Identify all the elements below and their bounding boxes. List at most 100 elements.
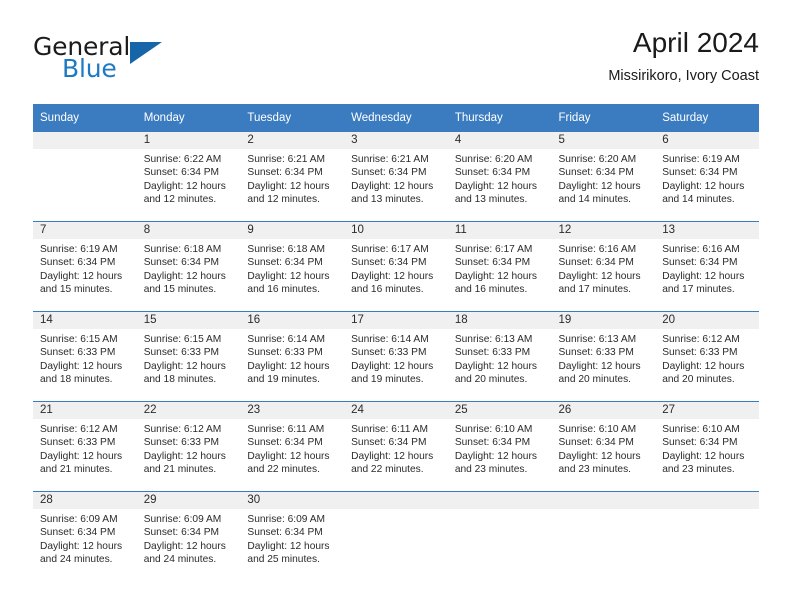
calendar-day-cell[interactable]: 20 Sunrise: 6:12 AM Sunset: 6:33 PM Dayligh…: [655, 311, 759, 402]
daylight-text-line1: Daylight: 12 hours: [40, 450, 123, 462]
day-details: Sunrise: 6:12 AM Sunset: 6:33 PM Daylight:…: [655, 329, 759, 386]
calendar-day-cell[interactable]: 28 Sunrise: 6:09 AM Sunset: 6:34 PM Dayligh…: [33, 491, 137, 581]
sunrise-text: Sunrise: 6:11 AM: [247, 424, 325, 435]
daylight-text-line1: Daylight: 12 hours: [662, 180, 745, 192]
day-details: Sunrise: 6:18 AM Sunset: 6:34 PM Daylight:…: [240, 239, 344, 296]
sunset-text: Sunset: 6:34 PM: [454, 257, 531, 269]
calendar-day-cell[interactable]: 5 Sunrise: 6:20 AM Sunset: 6:34 PM Daylight…: [551, 132, 656, 222]
calendar-day-cell[interactable]: 22 Sunrise: 6:12 AM Sunset: 6:33 PM Dayligh…: [136, 401, 241, 492]
sunset-text: Sunset: 6:34 PM: [454, 167, 531, 179]
daylight-text-line1: Daylight: 12 hours: [351, 270, 434, 282]
daylight-text-line2: and 15 minutes.: [143, 283, 217, 295]
sunset-text: Sunset: 6:34 PM: [40, 527, 116, 539]
calendar-week-row: 21 Sunrise: 6:12 AM Sunset: 6:33 PM Dayligh…: [33, 401, 759, 492]
calendar-day-cell[interactable]: 23 Sunrise: 6:11 AM Sunset: 6:34 PM Dayligh…: [240, 401, 345, 492]
day-details: Sunrise: 6:21 AM Sunset: 6:34 PM Daylight:…: [240, 149, 344, 206]
brand-logo[interactable]: General Blue: [33, 32, 263, 90]
daylight-text-line2: and 24 minutes.: [40, 553, 113, 565]
daylight-text-line1: Daylight: 12 hours: [143, 360, 226, 372]
calendar-day-cell[interactable]: 13 Sunrise: 6:16 AM Sunset: 6:34 PM Dayligh…: [655, 221, 759, 312]
brand-name-blue: Blue: [62, 54, 117, 83]
daylight-text-line2: and 17 minutes.: [662, 283, 735, 295]
calendar-day-cell[interactable]: 9 Sunrise: 6:18 AM Sunset: 6:34 PM Daylight…: [240, 221, 345, 312]
calendar-day-cell[interactable]: 7 Sunrise: 6:19 AM Sunset: 6:34 PM Daylight…: [33, 221, 137, 312]
daylight-text-line2: and 16 minutes.: [247, 283, 320, 295]
sunset-text: Sunset: 6:33 PM: [143, 347, 220, 359]
calendar-page: General Blue April 2024 Missirikoro, Ivo…: [0, 0, 792, 612]
calendar-day-cell[interactable]: 12 Sunrise: 6:16 AM Sunset: 6:34 PM Dayligh…: [551, 221, 656, 312]
day-number: 10: [344, 222, 448, 239]
day-details: Sunrise: 6:16 AM Sunset: 6:34 PM Daylight:…: [655, 239, 759, 296]
calendar-day-cell[interactable]: 14 Sunrise: 6:15 AM Sunset: 6:33 PM Dayligh…: [33, 311, 137, 402]
page-subtitle: Missirikoro, Ivory Coast: [608, 68, 759, 84]
day-details: Sunrise: 6:10 AM Sunset: 6:34 PM Daylight:…: [655, 419, 759, 476]
daylight-text-line1: Daylight: 12 hours: [662, 270, 745, 282]
day-number: 5: [551, 132, 656, 149]
calendar-day-cell[interactable]: 10 Sunrise: 6:17 AM Sunset: 6:34 PM Dayligh…: [344, 221, 448, 312]
daylight-text-line2: and 19 minutes.: [351, 373, 424, 385]
day-number: [655, 492, 759, 509]
calendar-day-cell[interactable]: 19 Sunrise: 6:13 AM Sunset: 6:33 PM Dayligh…: [551, 311, 656, 402]
day-number: 25: [447, 402, 552, 419]
calendar-day-cell[interactable]: 18 Sunrise: 6:13 AM Sunset: 6:33 PM Dayligh…: [447, 311, 552, 402]
sunrise-text: Sunrise: 6:10 AM: [558, 424, 637, 435]
calendar-day-cell[interactable]: 25 Sunrise: 6:10 AM Sunset: 6:34 PM Dayligh…: [447, 401, 552, 492]
calendar-week-row: 14 Sunrise: 6:15 AM Sunset: 6:33 PM Dayligh…: [33, 311, 759, 402]
calendar-day-cell[interactable]: 29 Sunrise: 6:09 AM Sunset: 6:34 PM Dayligh…: [136, 491, 241, 581]
calendar-day-cell[interactable]: 16 Sunrise: 6:14 AM Sunset: 6:33 PM Dayligh…: [240, 311, 345, 402]
calendar-cell-empty: [344, 491, 448, 581]
sunset-text: Sunset: 6:33 PM: [40, 347, 116, 359]
daylight-text-line2: and 21 minutes.: [40, 463, 113, 475]
sunset-text: Sunset: 6:34 PM: [351, 257, 427, 269]
sunrise-text: Sunrise: 6:16 AM: [558, 244, 637, 255]
day-number: [344, 492, 448, 509]
sunset-text: Sunset: 6:33 PM: [351, 347, 427, 359]
sunset-text: Sunset: 6:33 PM: [454, 347, 531, 359]
sunrise-text: Sunrise: 6:15 AM: [40, 334, 118, 345]
daylight-text-line2: and 20 minutes.: [662, 373, 735, 385]
daylight-text-line1: Daylight: 12 hours: [351, 360, 434, 372]
day-number: 1: [136, 132, 241, 149]
sunrise-text: Sunrise: 6:11 AM: [351, 424, 428, 435]
calendar-day-cell[interactable]: 3 Sunrise: 6:21 AM Sunset: 6:34 PM Daylight…: [344, 132, 448, 222]
day-number: 13: [655, 222, 759, 239]
calendar-day-cell[interactable]: 11 Sunrise: 6:17 AM Sunset: 6:34 PM Dayligh…: [447, 221, 552, 312]
calendar-day-cell[interactable]: 4 Sunrise: 6:20 AM Sunset: 6:34 PM Daylight…: [447, 132, 552, 222]
day-details: Sunrise: 6:15 AM Sunset: 6:33 PM Daylight:…: [33, 329, 137, 386]
calendar-day-cell[interactable]: 1 Sunrise: 6:22 AM Sunset: 6:34 PM Daylight…: [136, 132, 241, 222]
sunrise-text: Sunrise: 6:13 AM: [558, 334, 637, 345]
day-details: Sunrise: 6:16 AM Sunset: 6:34 PM Daylight:…: [552, 239, 656, 296]
sunset-text: Sunset: 6:34 PM: [558, 437, 634, 449]
day-details: Sunrise: 6:15 AM Sunset: 6:33 PM Daylight:…: [137, 329, 241, 386]
sunrise-text: Sunrise: 6:22 AM: [143, 154, 222, 165]
calendar-day-cell[interactable]: 15 Sunrise: 6:15 AM Sunset: 6:33 PM Dayligh…: [136, 311, 241, 402]
daylight-text-line2: and 19 minutes.: [247, 373, 320, 385]
calendar-day-cell[interactable]: 17 Sunrise: 6:14 AM Sunset: 6:33 PM Dayligh…: [344, 311, 448, 402]
sunset-text: Sunset: 6:34 PM: [662, 167, 738, 179]
day-details: Sunrise: 6:10 AM Sunset: 6:34 PM Daylight:…: [448, 419, 552, 476]
sunrise-text: Sunrise: 6:18 AM: [143, 244, 222, 255]
calendar-day-cell[interactable]: 8 Sunrise: 6:18 AM Sunset: 6:34 PM Daylight…: [136, 221, 241, 312]
page-header: General Blue April 2024 Missirikoro, Ivo…: [33, 26, 759, 94]
sunrise-text: Sunrise: 6:21 AM: [247, 154, 325, 165]
weekday-header-monday: Monday: [136, 104, 241, 132]
calendar-day-cell[interactable]: 30 Sunrise: 6:09 AM Sunset: 6:34 PM Dayligh…: [240, 491, 345, 581]
calendar-day-cell[interactable]: 21 Sunrise: 6:12 AM Sunset: 6:33 PM Dayligh…: [33, 401, 137, 492]
day-number: 15: [136, 312, 241, 329]
daylight-text-line1: Daylight: 12 hours: [558, 180, 641, 192]
calendar-day-cell[interactable]: 27 Sunrise: 6:10 AM Sunset: 6:34 PM Dayligh…: [655, 401, 759, 492]
daylight-text-line2: and 18 minutes.: [143, 373, 217, 385]
calendar-cell-empty: [447, 491, 552, 581]
calendar-day-cell[interactable]: 2 Sunrise: 6:21 AM Sunset: 6:34 PM Daylight…: [240, 132, 345, 222]
sunset-text: Sunset: 6:34 PM: [143, 167, 220, 179]
sunrise-text: Sunrise: 6:19 AM: [40, 244, 118, 255]
daylight-text-line1: Daylight: 12 hours: [558, 270, 641, 282]
calendar-day-cell[interactable]: 6 Sunrise: 6:19 AM Sunset: 6:34 PM Daylight…: [655, 132, 759, 222]
calendar-day-cell[interactable]: 24 Sunrise: 6:11 AM Sunset: 6:34 PM Dayligh…: [344, 401, 448, 492]
daylight-text-line2: and 24 minutes.: [143, 553, 217, 565]
daylight-text-line2: and 25 minutes.: [247, 553, 320, 565]
daylight-text-line2: and 23 minutes.: [558, 463, 632, 475]
day-details: Sunrise: 6:18 AM Sunset: 6:34 PM Daylight:…: [137, 239, 241, 296]
calendar-day-cell[interactable]: 26 Sunrise: 6:10 AM Sunset: 6:34 PM Dayligh…: [551, 401, 656, 492]
daylight-text-line1: Daylight: 12 hours: [143, 270, 226, 282]
